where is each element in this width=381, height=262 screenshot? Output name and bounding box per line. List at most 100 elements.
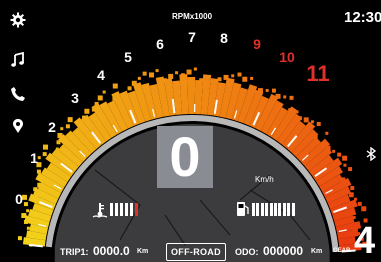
- gauge-segment: [115, 203, 118, 216]
- tachometer-pixel: [37, 182, 43, 188]
- music-icon[interactable]: [10, 51, 26, 68]
- tachometer-pixel: [26, 226, 30, 230]
- tachometer-pixel: [26, 209, 30, 213]
- gauge-segment: [252, 203, 255, 216]
- gauge-segment: [260, 203, 264, 216]
- tachometer-pixel: [257, 88, 263, 94]
- tachometer-pixel: [211, 79, 215, 83]
- tachometer-pixel: [354, 197, 358, 201]
- tachometer-pixel: [67, 117, 73, 123]
- tachometer-pixel: [231, 74, 235, 78]
- tachometer-pixel: [175, 71, 179, 75]
- phone-icon[interactable]: [10, 86, 26, 102]
- tachometer-pixel: [163, 78, 168, 83]
- gauge-segment: [274, 203, 277, 216]
- tachometer-pixel: [17, 236, 22, 241]
- tachometer-pixel: [142, 71, 147, 76]
- tachometer-pixel: [310, 120, 314, 124]
- tachometer-pixel: [97, 95, 103, 101]
- fuel-pump-icon: [236, 201, 250, 217]
- odometer-value: 000000: [263, 244, 304, 258]
- rpm-tick-label: 0: [15, 191, 23, 207]
- drive-mode-button[interactable]: OFF-ROAD: [166, 243, 226, 261]
- tachometer-pixel: [131, 80, 137, 86]
- tachometer-pixel: [186, 69, 192, 75]
- rpm-tick-label: 1: [30, 150, 38, 166]
- bluetooth-icon[interactable]: [366, 146, 377, 162]
- tachometer-pixel: [137, 76, 141, 80]
- tachometer-pixel: [357, 201, 362, 206]
- odometer-unit: Km: [311, 248, 323, 255]
- tachometer-pixel: [342, 155, 348, 161]
- rpm-tick-label: 6: [156, 36, 164, 52]
- tachometer-pixel: [348, 167, 353, 172]
- tachometer-pixel: [271, 88, 276, 93]
- tachometer-pixel: [60, 127, 64, 131]
- tachometer-pixel: [94, 101, 99, 106]
- rpm-tick-label: 2: [48, 119, 56, 135]
- rpm-unit-label: RPMx1000: [172, 12, 213, 21]
- tachometer-pixel: [65, 124, 70, 129]
- tachometer-pixel: [250, 76, 254, 80]
- gear-value: 4: [354, 220, 376, 262]
- tachometer-pixel: [37, 156, 41, 160]
- tachometer-pixel: [43, 144, 49, 150]
- tachometer-pixel: [295, 110, 299, 114]
- tachometer-pixel: [237, 72, 242, 77]
- clock: 12:30: [344, 9, 381, 26]
- tachometer-pixel: [325, 131, 329, 135]
- gauge-segment: [120, 203, 123, 216]
- gauge-segment: [278, 203, 282, 216]
- tachometer-pixel: [112, 83, 118, 89]
- tachometer-pixel: [242, 76, 248, 82]
- temperature-bar: [110, 203, 158, 216]
- gauge-segment: [291, 203, 295, 216]
- gauge-segment: [269, 203, 273, 216]
- tachometer-pixel: [325, 145, 331, 151]
- tachometer-pixel: [312, 133, 318, 139]
- tachometer-pixel: [340, 177, 346, 183]
- tachometer-pixel: [289, 95, 294, 100]
- tachometer-pixel: [123, 92, 127, 96]
- tachometer-pixel: [352, 216, 356, 220]
- tachometer-pixel: [275, 93, 281, 99]
- tachometer-pixel: [112, 96, 117, 101]
- location-icon[interactable]: [10, 118, 26, 134]
- gauge-segment: [282, 203, 286, 216]
- gauge-segment: [110, 203, 113, 216]
- odometer-label: ODO:: [235, 247, 259, 257]
- tachometer-pixel: [56, 140, 61, 145]
- tachometer-pixel: [57, 132, 63, 138]
- speed-display: 0: [157, 126, 213, 188]
- tachometer-pixel: [55, 147, 59, 151]
- tachometer-pixel: [199, 78, 204, 83]
- tachometer-pixel: [297, 116, 302, 121]
- tachometer-pixel: [288, 108, 294, 114]
- tachometer-pixel: [33, 187, 38, 192]
- trip-label: TRIP1:: [60, 247, 89, 257]
- tachometer-pixel: [265, 88, 269, 92]
- tachometer-pixel: [168, 73, 174, 79]
- speed-unit: Km/h: [255, 175, 274, 184]
- tachometer-pixel: [180, 73, 185, 78]
- tachometer-pixel: [21, 213, 27, 219]
- gauge-segment: [130, 203, 133, 216]
- rpm-tick-label: 4: [97, 67, 105, 83]
- rpm-tick-label: 3: [71, 90, 79, 106]
- tachometer-pixel: [82, 115, 87, 120]
- tachometer-pixel: [251, 89, 256, 94]
- gauge-segment: [265, 203, 269, 216]
- drive-mode-label: OFF-ROAD: [171, 247, 221, 257]
- tachometer-pixel: [127, 86, 132, 91]
- tachometer-pixel: [102, 90, 106, 94]
- gear-label: GEAR: [333, 248, 351, 254]
- tachometer-pixel: [303, 117, 309, 123]
- tachometer-segment: [187, 77, 196, 115]
- tachometer-pixel: [350, 186, 355, 191]
- settings-icon[interactable]: [10, 12, 26, 28]
- tachometer-pixel: [148, 72, 154, 78]
- rpm-tick-label: 7: [188, 29, 196, 45]
- tachometer-pixel: [36, 169, 41, 174]
- trip-value: 0000.0: [93, 244, 130, 258]
- rpm-tick-label: 10: [279, 49, 295, 65]
